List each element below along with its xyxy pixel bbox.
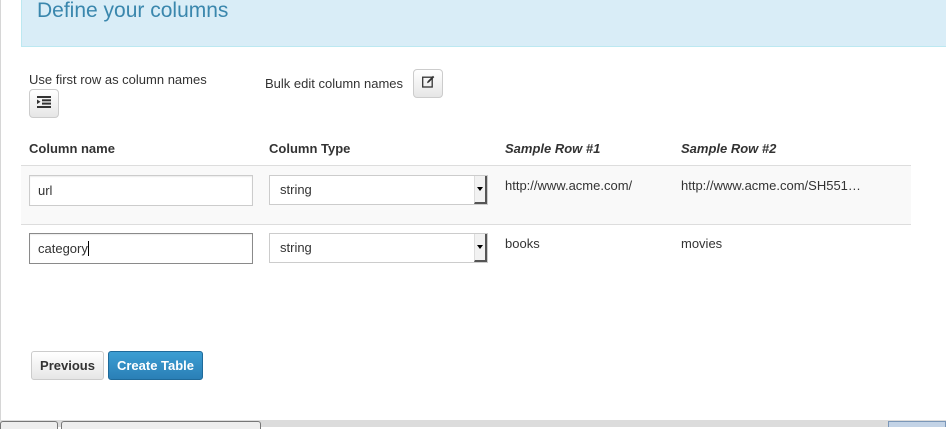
sample-row-1-cell: http://www.acme.com/ [505,178,633,193]
column-name-header: Column name [29,141,115,156]
chevron-down-icon [474,176,487,204]
first-row-label: Use first row as column names [29,72,207,87]
first-row-toggle-button[interactable] [29,89,59,118]
column-type-value: string [280,240,312,255]
edit-icon [421,75,435,93]
taskbar-item[interactable] [0,421,58,429]
column-name-input[interactable]: url [29,175,253,206]
header-panel: Define your columns [21,0,946,47]
sample-row-2-cell: http://www.acme.com/SH551… [681,178,861,193]
system-tray[interactable] [888,421,946,427]
text-caret [87,241,89,256]
taskbar-item[interactable] [61,421,261,429]
chevron-down-icon [474,234,487,262]
column-type-select[interactable]: string [269,175,488,205]
previous-button[interactable]: Previous [31,351,104,380]
column-name-input[interactable]: category [29,233,253,264]
sample-row-1-cell: books [505,236,540,251]
page-left-border [0,0,1,420]
bulk-edit-label: Bulk edit column names [265,76,404,91]
sample-row-1-header: Sample Row #1 [505,141,601,156]
create-table-button[interactable]: Create Table [108,351,203,380]
page-title: Define your columns [37,0,229,22]
column-type-value: string [280,182,312,197]
sample-row-2-header: Sample Row #2 [681,141,777,156]
column-type-select[interactable]: string [269,233,488,263]
list-indent-icon [37,95,51,113]
sample-row-2-cell: movies [681,236,723,251]
bulk-edit-button[interactable] [413,69,443,98]
column-type-header: Column Type [269,141,351,156]
